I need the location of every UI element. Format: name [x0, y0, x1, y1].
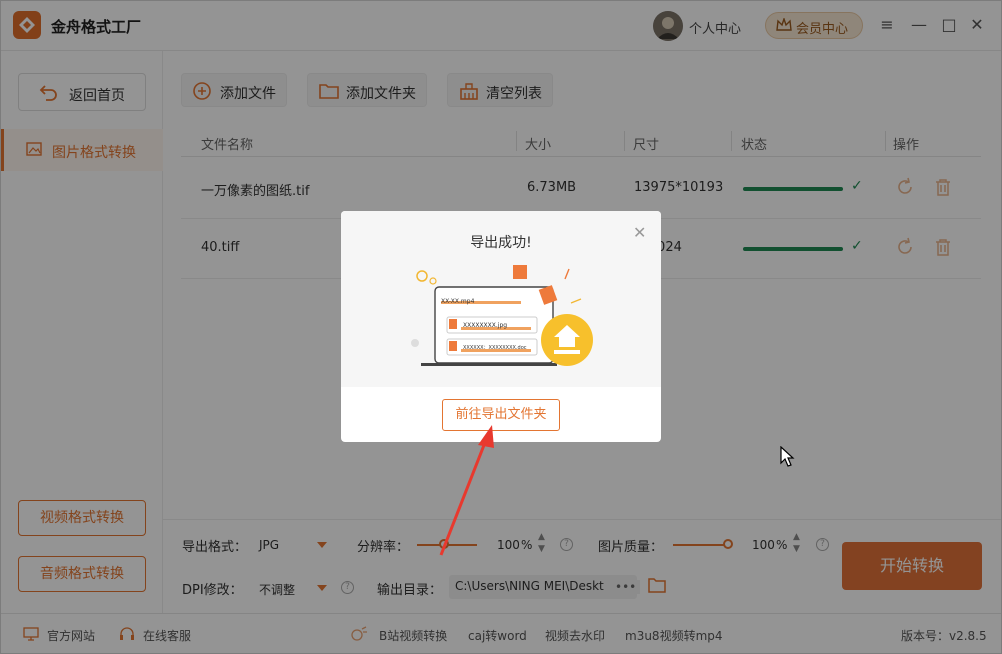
annotation-arrow-icon [439, 425, 494, 556]
mouse-cursor-icon [780, 446, 795, 467]
